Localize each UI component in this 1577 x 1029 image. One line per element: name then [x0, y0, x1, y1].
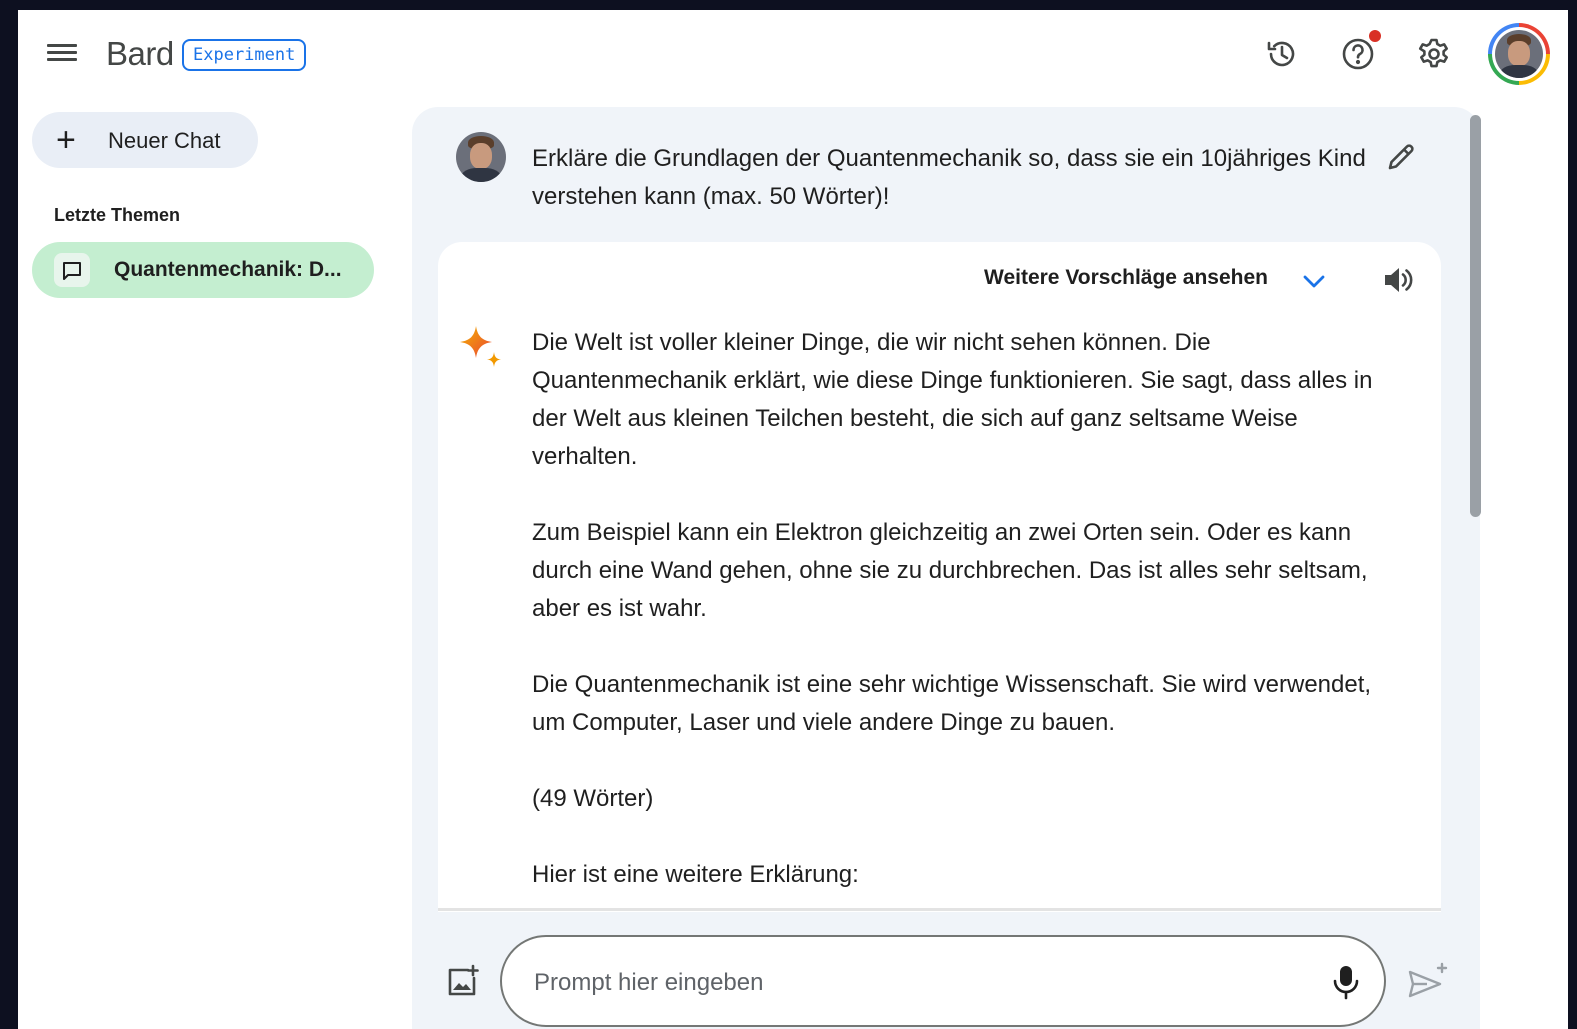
settings-icon[interactable] — [1416, 36, 1452, 72]
word-count: (49 Wörter) — [532, 785, 654, 812]
prompt-input[interactable] — [532, 963, 1296, 1003]
bard-window: Bard Experiment + Neuer Chat Letzte Them… — [18, 10, 1568, 1029]
chat-bubble-icon — [54, 253, 90, 287]
response-paragraph: Die Welt ist voller kleiner Dinge, die w… — [532, 329, 1373, 470]
chevron-down-icon[interactable] — [1300, 270, 1328, 292]
response-card: Weitere Vorschläge ansehen Die Welt ist … — [438, 242, 1441, 912]
brand-name: Bard — [106, 35, 174, 72]
edit-icon[interactable] — [1384, 140, 1418, 174]
response-paragraph: Hier ist eine weitere Erklärung: — [532, 861, 859, 888]
add-image-icon[interactable] — [442, 962, 482, 1002]
experiment-badge: Experiment — [182, 39, 307, 71]
user-prompt: Erkläre die Grundlagen der Quantenmechan… — [532, 145, 1366, 210]
new-chat-button[interactable]: + Neuer Chat — [32, 112, 258, 168]
scrollbar[interactable] — [1470, 115, 1481, 517]
profile-photo — [1495, 30, 1543, 78]
speaker-icon[interactable] — [1380, 262, 1416, 298]
divider — [438, 908, 1441, 911]
menu-icon[interactable] — [46, 40, 78, 68]
send-icon[interactable] — [1406, 962, 1450, 1002]
recent-chat-label: Quantenmechanik: D... — [114, 258, 342, 281]
bard-sparkle-icon — [456, 322, 508, 374]
view-drafts-button[interactable]: Weitere Vorschläge ansehen — [984, 266, 1268, 290]
response-paragraph: Zum Beispiel kann ein Elektron gleichzei… — [532, 519, 1368, 622]
recent-chat-item[interactable]: Quantenmechanik: D... — [32, 242, 374, 298]
response-paragraph: Die Quantenmechanik ist eine sehr wichti… — [532, 671, 1372, 736]
account-avatar[interactable] — [1488, 23, 1550, 85]
user-avatar — [456, 132, 506, 182]
notification-dot — [1369, 30, 1381, 42]
prompt-field[interactable] — [500, 935, 1386, 1027]
microphone-icon[interactable] — [1328, 963, 1364, 1001]
help-icon[interactable] — [1340, 36, 1376, 72]
response-text: Die Welt ist voller kleiner Dinge, die w… — [532, 324, 1382, 912]
recent-topics-heading: Letzte Themen — [54, 205, 181, 225]
new-chat-label: Neuer Chat — [108, 128, 221, 153]
plus-icon: + — [56, 121, 76, 159]
history-icon[interactable] — [1264, 36, 1300, 72]
